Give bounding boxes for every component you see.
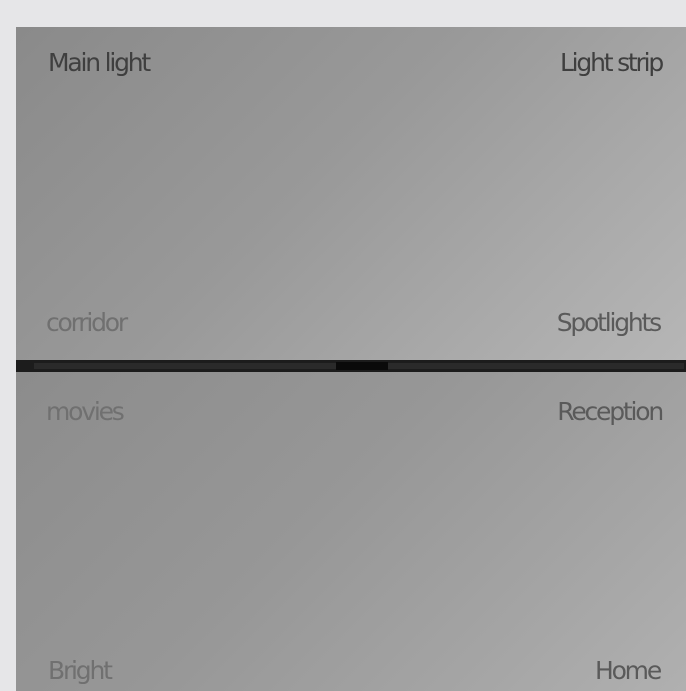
divider-segment-center <box>336 362 388 370</box>
scene-movies[interactable]: movies <box>46 399 125 424</box>
scene-bright[interactable]: Bright <box>48 658 113 683</box>
scene-reception[interactable]: Reception <box>557 399 664 424</box>
scene-panel: Main light Light strip corridor Spotligh… <box>16 27 686 691</box>
scene-panel-bottom: movies Reception Bright Home <box>16 372 686 691</box>
divider-segment-right <box>388 363 684 369</box>
scene-corridor[interactable]: corridor <box>46 310 128 335</box>
divider-segment-left <box>34 363 336 369</box>
scene-home[interactable]: Home <box>595 658 662 683</box>
scene-spotlights[interactable]: Spotlights <box>557 310 662 335</box>
panel-divider <box>16 360 686 372</box>
scene-panel-top: Main light Light strip corridor Spotligh… <box>16 27 686 360</box>
scene-light-strip[interactable]: Light strip <box>560 50 664 75</box>
scene-main-light[interactable]: Main light <box>48 50 151 75</box>
